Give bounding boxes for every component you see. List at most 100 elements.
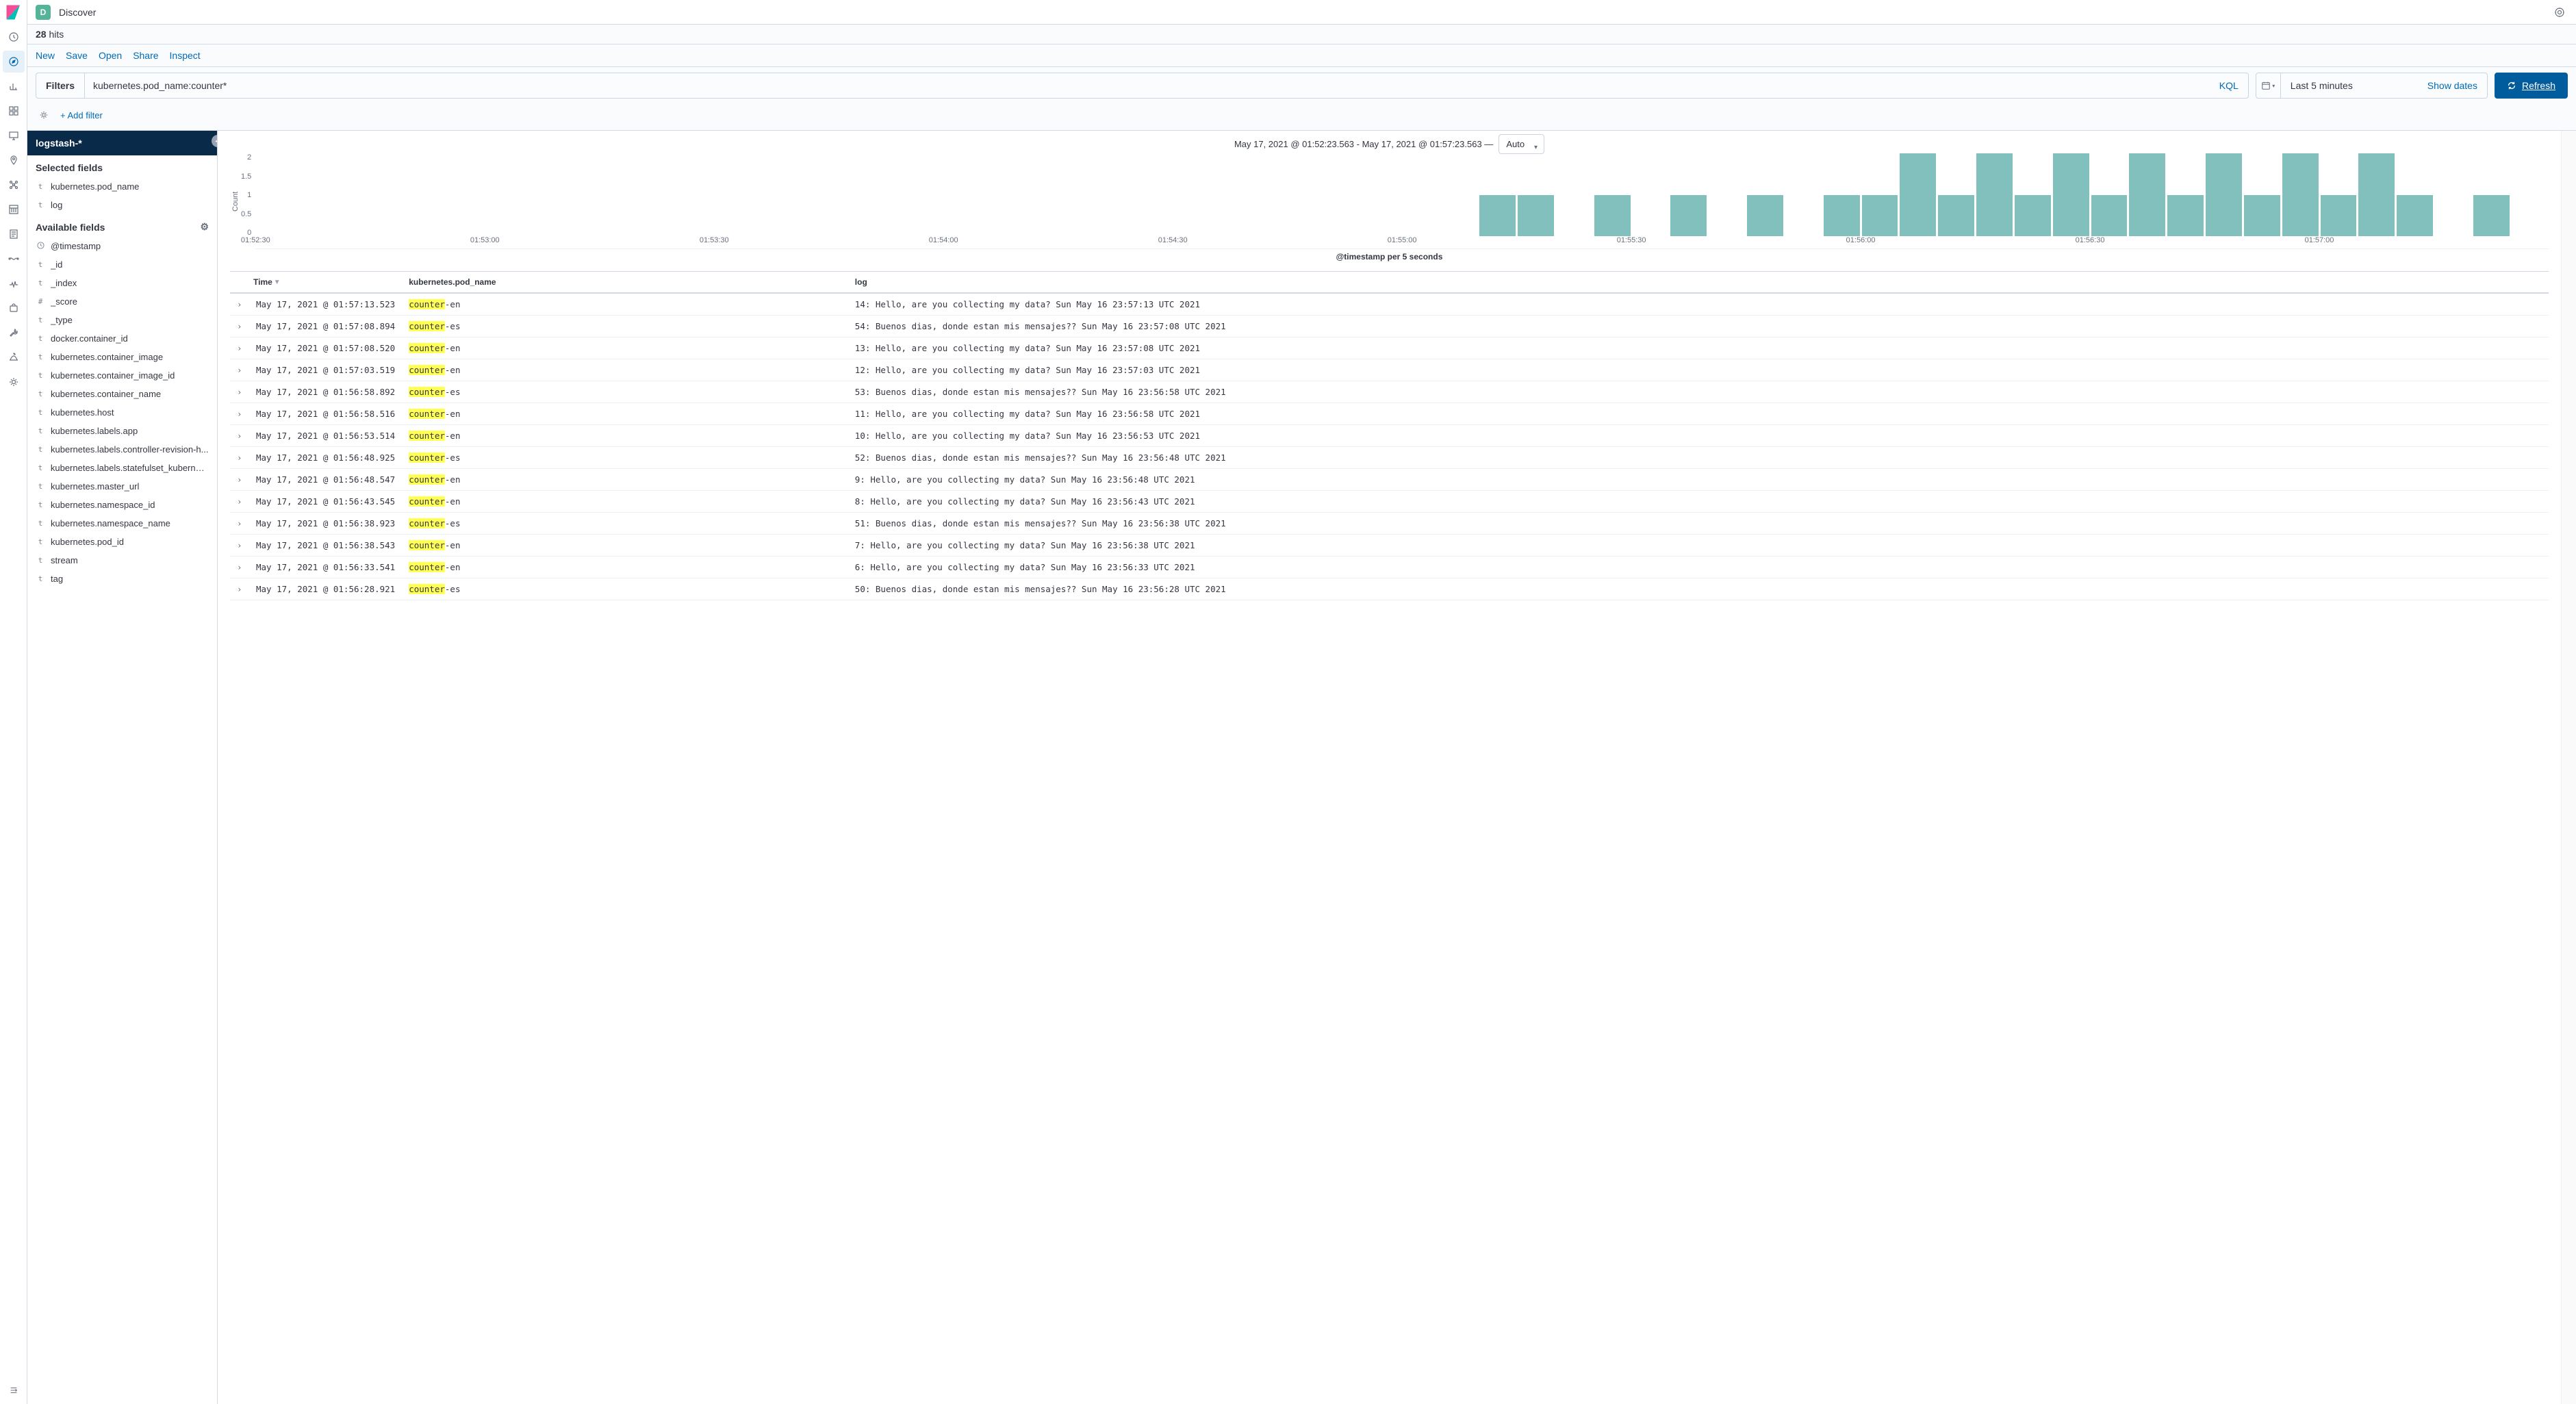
available-field-item[interactable]: tkubernetes.container_name (27, 385, 217, 403)
available-field-item[interactable]: tkubernetes.container_image_id (27, 366, 217, 385)
add-filter-link[interactable]: + Add filter (60, 110, 103, 120)
selected-field-item[interactable]: tlog (27, 196, 217, 214)
available-field-item[interactable]: t_index (27, 274, 217, 292)
kql-toggle[interactable]: KQL (2210, 80, 2248, 91)
available-field-item[interactable]: t_type (27, 311, 217, 329)
available-field-item[interactable]: tkubernetes.pod_id (27, 533, 217, 551)
query-input[interactable] (85, 80, 2210, 91)
refresh-button[interactable]: Refresh (2495, 73, 2568, 99)
expand-row-icon[interactable]: › (230, 447, 249, 469)
chart-bar[interactable] (2015, 195, 2051, 237)
chart-bar[interactable] (2206, 153, 2242, 236)
chart-bar[interactable] (2358, 153, 2395, 236)
column-header-time[interactable]: Time▼ (230, 272, 402, 294)
nav-stack-monitoring-icon[interactable] (3, 346, 25, 368)
expand-row-icon[interactable]: › (230, 513, 249, 535)
nav-management-icon[interactable] (3, 371, 25, 393)
available-field-item[interactable]: tkubernetes.namespace_id (27, 496, 217, 514)
nav-dev-tools-icon[interactable] (3, 322, 25, 344)
nav-visualize-icon[interactable] (3, 75, 25, 97)
table-row[interactable]: ›May 17, 2021 @ 01:56:53.514counter-en10… (230, 425, 2549, 447)
chart-bar[interactable] (1862, 195, 1898, 237)
available-field-item[interactable]: #_score (27, 292, 217, 311)
top-menu-new[interactable]: New (36, 50, 55, 61)
nav-logs-icon[interactable] (3, 223, 25, 245)
column-header-log[interactable]: log (848, 272, 2549, 294)
available-field-item[interactable]: ttag (27, 570, 217, 588)
chart-bar[interactable] (2244, 195, 2280, 237)
nav-siem-icon[interactable] (3, 297, 25, 319)
top-menu-save[interactable]: Save (66, 50, 88, 61)
table-row[interactable]: ›May 17, 2021 @ 01:56:33.541counter-en6:… (230, 557, 2549, 578)
expand-row-icon[interactable]: › (230, 425, 249, 447)
chart-bar[interactable] (2091, 195, 2128, 237)
chart-bar[interactable] (1976, 153, 2013, 236)
expand-row-icon[interactable]: › (230, 535, 249, 557)
available-field-item[interactable]: tstream (27, 551, 217, 570)
top-menu-inspect[interactable]: Inspect (170, 50, 201, 61)
nav-dashboard-icon[interactable] (3, 100, 25, 122)
available-field-item[interactable]: t_id (27, 255, 217, 274)
table-row[interactable]: ›May 17, 2021 @ 01:56:58.516counter-en11… (230, 403, 2549, 425)
chart-bar[interactable] (2167, 195, 2204, 237)
expand-row-icon[interactable]: › (230, 557, 249, 578)
chart-bar[interactable] (2321, 195, 2357, 237)
top-menu-share[interactable]: Share (133, 50, 158, 61)
table-row[interactable]: ›May 17, 2021 @ 01:57:13.523counter-en14… (230, 293, 2549, 316)
interval-select[interactable]: Auto (1499, 134, 1544, 154)
expand-row-icon[interactable]: › (230, 469, 249, 491)
show-dates-link[interactable]: Show dates (2418, 80, 2487, 91)
chart-bar[interactable] (2282, 153, 2319, 236)
table-row[interactable]: ›May 17, 2021 @ 01:56:28.921counter-es50… (230, 578, 2549, 600)
chart-bar[interactable] (1518, 195, 1554, 237)
sort-desc-icon[interactable]: ▼ (274, 279, 281, 286)
calendar-icon[interactable]: ▾ (2256, 73, 2281, 98)
available-field-item[interactable]: tkubernetes.labels.controller-revision-h… (27, 440, 217, 459)
table-row[interactable]: ›May 17, 2021 @ 01:56:38.923counter-es51… (230, 513, 2549, 535)
nav-canvas-icon[interactable] (3, 125, 25, 146)
available-field-item[interactable]: tkubernetes.master_url (27, 477, 217, 496)
nav-uptime-icon[interactable] (3, 272, 25, 294)
chart-bar[interactable] (1479, 195, 1516, 237)
index-pattern-selector[interactable]: logstash-* (27, 131, 217, 155)
nav-recently-viewed-icon[interactable] (3, 26, 25, 48)
expand-row-icon[interactable]: › (230, 403, 249, 425)
table-row[interactable]: ›May 17, 2021 @ 01:57:03.519counter-en12… (230, 359, 2549, 381)
chart-bar[interactable] (2053, 153, 2089, 236)
table-row[interactable]: ›May 17, 2021 @ 01:56:58.892counter-es53… (230, 381, 2549, 403)
table-row[interactable]: ›May 17, 2021 @ 01:56:43.545counter-en8:… (230, 491, 2549, 513)
filter-options-icon[interactable] (36, 107, 52, 123)
expand-row-icon[interactable]: › (230, 491, 249, 513)
available-field-item[interactable]: tdocker.container_id (27, 329, 217, 348)
nav-discover-icon[interactable] (3, 51, 25, 73)
available-field-item[interactable]: tkubernetes.container_image (27, 348, 217, 366)
chart-bar[interactable] (1938, 195, 1974, 237)
newsfeed-icon[interactable] (2551, 4, 2568, 21)
expand-row-icon[interactable]: › (230, 381, 249, 403)
chart-plot-area[interactable]: 01:52:3001:53:0001:53:3001:54:0001:54:30… (255, 153, 2549, 249)
nav-metrics-icon[interactable] (3, 199, 25, 220)
chart-bar[interactable] (1594, 195, 1631, 237)
date-picker[interactable]: ▾ Last 5 minutes Show dates (2256, 73, 2488, 99)
available-field-item[interactable]: tkubernetes.labels.app (27, 422, 217, 440)
nav-maps-icon[interactable] (3, 149, 25, 171)
kibana-logo[interactable] (5, 4, 22, 21)
chart-bar[interactable] (1670, 195, 1707, 237)
chart-bar[interactable] (1900, 153, 1936, 236)
expand-row-icon[interactable]: › (230, 293, 249, 316)
histogram-chart[interactable]: Count 21.510.50 01:52:3001:53:0001:53:30… (230, 153, 2549, 249)
expand-row-icon[interactable]: › (230, 337, 249, 359)
table-row[interactable]: ›May 17, 2021 @ 01:57:08.894counter-es54… (230, 316, 2549, 337)
chart-bar[interactable] (1747, 195, 1783, 237)
available-field-item[interactable]: tkubernetes.namespace_name (27, 514, 217, 533)
expand-row-icon[interactable]: › (230, 578, 249, 600)
fields-settings-icon[interactable]: ⚙ (200, 221, 209, 233)
chart-bar[interactable] (2129, 153, 2165, 236)
available-field-item[interactable]: tkubernetes.labels.statefulset_kubernet.… (27, 459, 217, 477)
table-row[interactable]: ›May 17, 2021 @ 01:56:48.925counter-es52… (230, 447, 2549, 469)
available-field-item[interactable]: @timestamp (27, 237, 217, 255)
table-row[interactable]: ›May 17, 2021 @ 01:56:48.547counter-en9:… (230, 469, 2549, 491)
table-row[interactable]: ›May 17, 2021 @ 01:56:38.543counter-en7:… (230, 535, 2549, 557)
nav-apm-icon[interactable] (3, 248, 25, 270)
column-header-pod[interactable]: kubernetes.pod_name (402, 272, 848, 294)
